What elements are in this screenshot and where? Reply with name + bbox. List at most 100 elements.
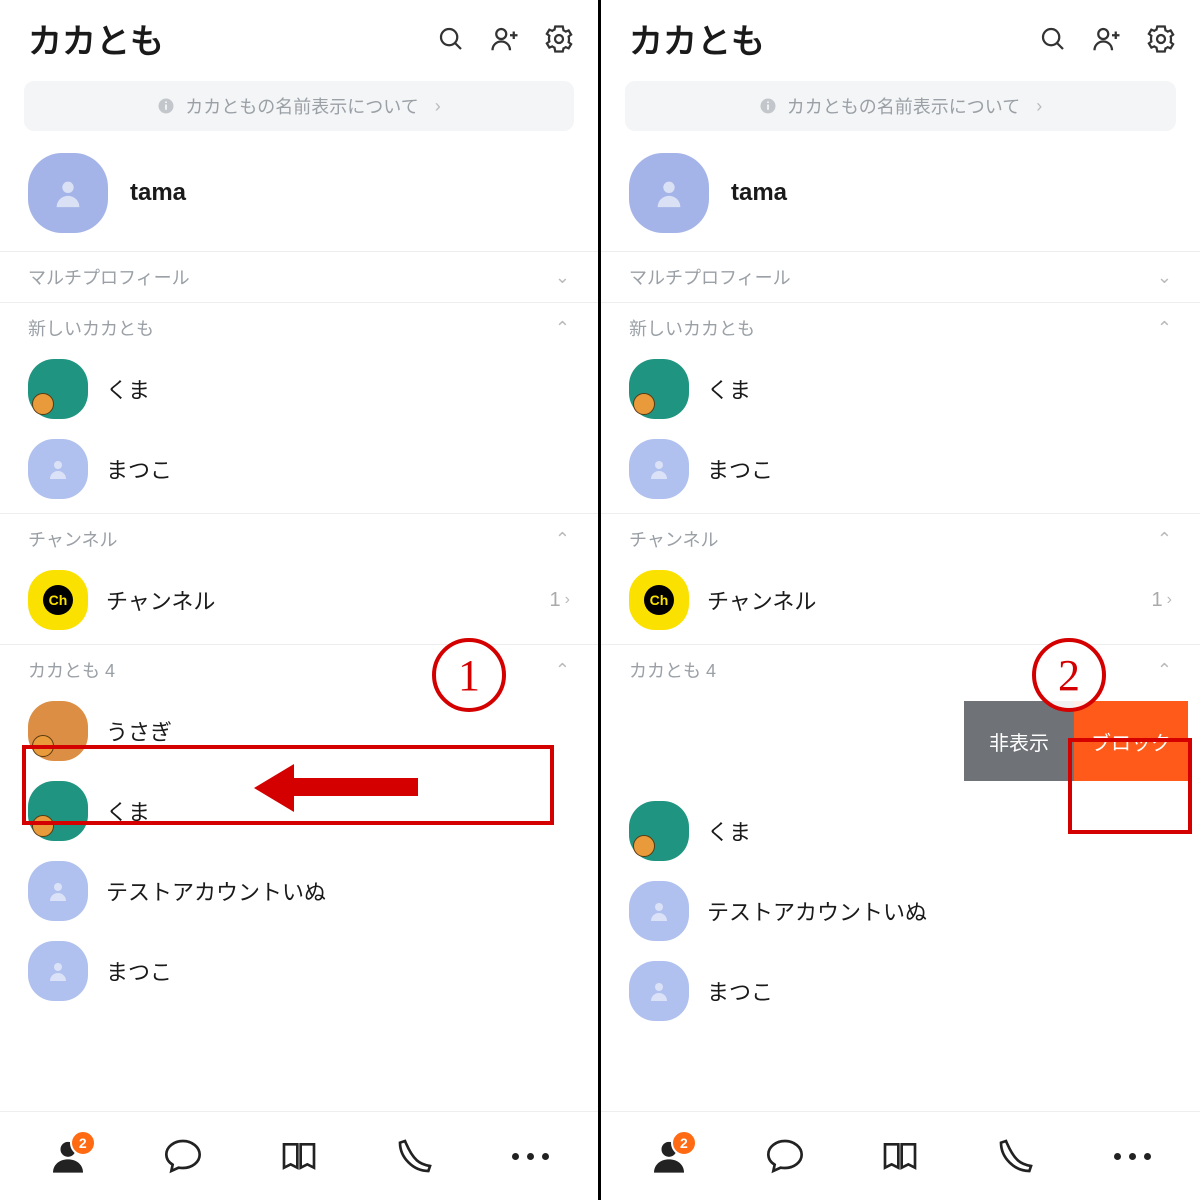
- section-label: カカとも 4: [28, 657, 115, 683]
- section-label: 新しいカカとも: [629, 315, 755, 341]
- avatar: [28, 861, 88, 921]
- ryan-sticker-icon: [633, 393, 655, 415]
- chevron-down-icon: ⌄: [1157, 267, 1172, 288]
- search-icon[interactable]: [1038, 24, 1068, 54]
- channel-avatar: Ch: [629, 570, 689, 630]
- person-icon: [51, 176, 85, 210]
- new-friend-row[interactable]: くま: [601, 349, 1200, 429]
- avatar: [629, 961, 689, 1021]
- my-avatar: [28, 153, 108, 233]
- section-label: カカとも 4: [629, 657, 716, 683]
- chevron-up-icon: ⌃: [555, 529, 570, 550]
- friend-name: うさぎ: [106, 715, 172, 747]
- ryan-sticker-icon: [633, 835, 655, 857]
- chevron-down-icon: ⌄: [555, 267, 570, 288]
- section-multi-profile[interactable]: マルチプロフィール ⌄: [0, 256, 598, 298]
- channel-avatar: Ch: [28, 570, 88, 630]
- friend-name: まつこ: [106, 955, 172, 987]
- name-display-notice[interactable]: カカともの名前表示について ›: [24, 81, 574, 131]
- avatar: [629, 359, 689, 419]
- section-multi-profile[interactable]: マルチプロフィール ⌄: [601, 256, 1200, 298]
- new-friend-row[interactable]: まつこ: [0, 429, 598, 509]
- friend-row[interactable]: まつこ: [0, 931, 598, 1011]
- friend-row[interactable]: テストアカウントいぬ: [601, 871, 1200, 951]
- friend-name: くま: [106, 373, 150, 405]
- nav-friends[interactable]: 2: [649, 1136, 689, 1176]
- avatar: [28, 359, 88, 419]
- screenshot-left: カカとも カカともの名前表示について › tama マルチプロフィール ⌄: [0, 0, 600, 1200]
- friend-name: くま: [707, 815, 751, 847]
- add-friend-icon[interactable]: [490, 24, 520, 54]
- my-profile-row[interactable]: tama: [0, 139, 598, 247]
- friend-row[interactable]: テストアカウントいぬ: [0, 851, 598, 931]
- my-avatar: [629, 153, 709, 233]
- bottom-nav: 2: [0, 1111, 598, 1200]
- nav-more[interactable]: [1112, 1136, 1152, 1176]
- channel-ch-icon: Ch: [43, 585, 73, 615]
- ryan-sticker-icon: [32, 393, 54, 415]
- avatar: [629, 801, 689, 861]
- nav-call[interactable]: [395, 1136, 435, 1176]
- step-number: 1: [458, 650, 480, 701]
- settings-icon[interactable]: [1146, 24, 1176, 54]
- section-label: マルチプロフィール: [629, 264, 791, 290]
- person-icon: [46, 879, 70, 903]
- chevron-right-icon: ›: [1036, 96, 1042, 117]
- chevron-right-icon: ›: [565, 591, 570, 609]
- nav-call[interactable]: [996, 1136, 1036, 1176]
- screenshot-right: カカとも カカともの名前表示について › tama マルチプロフィール ⌄: [600, 0, 1200, 1200]
- bottom-nav: 2: [601, 1111, 1200, 1200]
- channel-row[interactable]: Ch チャンネル 1 ›: [0, 560, 598, 640]
- nav-friends[interactable]: 2: [48, 1136, 88, 1176]
- avatar: [629, 881, 689, 941]
- channel-row[interactable]: Ch チャンネル 1 ›: [601, 560, 1200, 640]
- notice-text: カカともの名前表示について: [185, 93, 418, 119]
- info-icon: [157, 97, 175, 115]
- chevron-right-icon: ›: [1167, 591, 1172, 609]
- channel-name: チャンネル: [106, 584, 215, 616]
- channel-name: チャンネル: [707, 584, 816, 616]
- section-channel[interactable]: チャンネル ⌃: [601, 518, 1200, 560]
- name-display-notice[interactable]: カカともの名前表示について ›: [625, 81, 1176, 131]
- nav-view[interactable]: [279, 1136, 319, 1176]
- add-friend-icon[interactable]: [1092, 24, 1122, 54]
- friend-name: まつこ: [707, 975, 773, 1007]
- section-label: チャンネル: [28, 526, 117, 552]
- person-icon: [46, 959, 70, 983]
- new-friend-row[interactable]: まつこ: [601, 429, 1200, 509]
- friend-name: まつこ: [106, 453, 172, 485]
- nav-more[interactable]: [510, 1136, 550, 1176]
- my-profile-row[interactable]: tama: [601, 139, 1200, 247]
- nav-chat[interactable]: [765, 1136, 805, 1176]
- section-friends[interactable]: カカとも 4 ⌃: [601, 649, 1200, 691]
- section-channel[interactable]: チャンネル ⌃: [0, 518, 598, 560]
- section-label: 新しいカカとも: [28, 315, 154, 341]
- channel-ch-icon: Ch: [644, 585, 674, 615]
- avatar: [28, 941, 88, 1001]
- chevron-up-icon: ⌃: [1157, 660, 1172, 681]
- chevron-up-icon: ⌃: [1157, 318, 1172, 339]
- section-friends[interactable]: カカとも 4 ⌃: [0, 649, 598, 691]
- nav-view[interactable]: [880, 1136, 920, 1176]
- friend-name: テストアカウントいぬ: [106, 875, 326, 907]
- avatar: [629, 439, 689, 499]
- friend-row[interactable]: まつこ: [601, 951, 1200, 1031]
- section-new-friends[interactable]: 新しいカカとも ⌃: [0, 307, 598, 349]
- page-title: カカとも: [28, 14, 436, 63]
- section-label: チャンネル: [629, 526, 718, 552]
- notice-text: カカともの名前表示について: [787, 93, 1020, 119]
- person-icon: [46, 457, 70, 481]
- header: カカとも: [0, 0, 598, 73]
- new-friend-row[interactable]: くま: [0, 349, 598, 429]
- friend-name: くま: [707, 373, 751, 405]
- section-new-friends[interactable]: 新しいカカとも ⌃: [601, 307, 1200, 349]
- search-icon[interactable]: [436, 24, 466, 54]
- person-icon: [652, 176, 686, 210]
- friend-name: テストアカウントいぬ: [707, 895, 927, 927]
- nav-chat[interactable]: [163, 1136, 203, 1176]
- settings-icon[interactable]: [544, 24, 574, 54]
- chevron-up-icon: ⌃: [555, 660, 570, 681]
- chevron-up-icon: ⌃: [555, 318, 570, 339]
- page-title: カカとも: [629, 14, 1038, 63]
- friends-badge-count: 2: [70, 1130, 96, 1156]
